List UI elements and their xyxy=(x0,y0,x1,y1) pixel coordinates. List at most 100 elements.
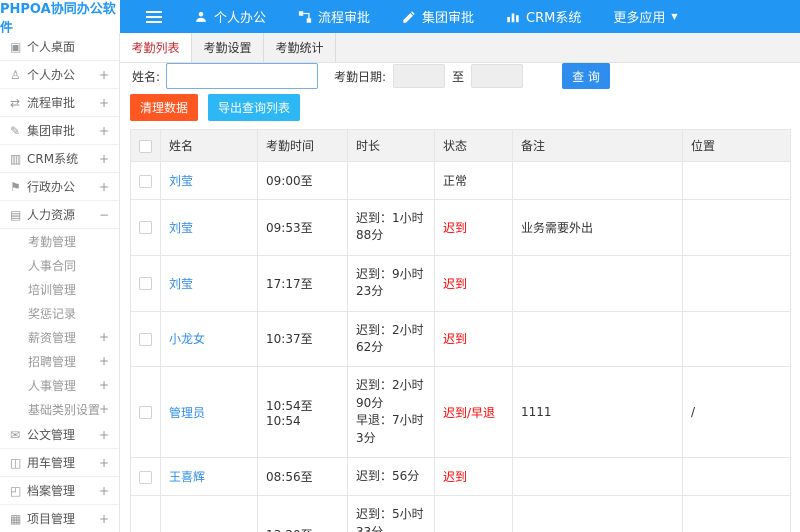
expand-toggle[interactable]: + xyxy=(99,456,109,470)
expand-toggle[interactable]: + xyxy=(99,330,109,344)
date-to-input[interactable] xyxy=(471,64,524,88)
sidebar-item[interactable]: ▥ CRM系统 + xyxy=(0,145,119,173)
cell-time: 10:54至10:54 xyxy=(257,366,348,458)
select-all-checkbox[interactable] xyxy=(139,139,152,153)
cell-location xyxy=(682,199,791,256)
date-filter-label: 考勤日期: xyxy=(334,69,387,84)
cell-name: 刘莹 xyxy=(160,161,258,200)
clean-data-button[interactable]: 清理数据 xyxy=(130,94,199,121)
sidebar-item[interactable]: ▦ 项目管理 + xyxy=(0,505,119,532)
expand-toggle[interactable]: + xyxy=(99,402,109,416)
cell-location xyxy=(682,310,791,368)
expand-toggle[interactable]: + xyxy=(99,180,109,194)
name-filter-input[interactable] xyxy=(166,63,319,89)
row-checkbox[interactable] xyxy=(139,277,152,291)
employee-name-link[interactable]: 王喜辉 xyxy=(169,470,205,484)
sidebar-item[interactable]: ▤ 人力资源 − xyxy=(0,201,119,229)
sidebar-subitem[interactable]: 培训管理 xyxy=(0,277,119,301)
cell-location: / xyxy=(682,366,791,458)
expand-toggle[interactable]: + xyxy=(99,484,109,498)
row-checkbox[interactable] xyxy=(139,221,152,235)
chart-icon: ▥ xyxy=(10,151,22,166)
user-icon xyxy=(194,10,208,24)
nav-crm-system[interactable]: CRM系统 xyxy=(506,7,581,26)
sidebar-subitem[interactable]: 人事管理 + xyxy=(0,373,119,397)
row-checkbox-cell xyxy=(130,161,161,200)
expand-toggle[interactable]: + xyxy=(99,152,109,166)
expand-toggle[interactable]: + xyxy=(99,428,109,442)
nav-personal-office[interactable]: 个人办公 xyxy=(194,7,266,26)
table-row: 刘莹 09:53至 迟到：1小时88分 迟到 业务需要外出 xyxy=(130,199,791,256)
sidebar-subitem[interactable]: 考勤管理 xyxy=(0,229,119,253)
cell-time: 10:37至 xyxy=(257,310,348,368)
cell-name: 王喜辉 xyxy=(160,456,258,497)
sidebar-subitem[interactable]: 基础类别设置 + xyxy=(0,397,119,421)
expand-toggle[interactable]: + xyxy=(99,124,109,138)
sidebar-item[interactable]: ♙ 个人办公 + xyxy=(0,61,119,89)
column-header: 时长 xyxy=(347,129,435,162)
column-header: 位置 xyxy=(682,129,791,162)
cell-duration: 迟到：5小时33分 早退：4小时67分 xyxy=(347,495,435,532)
sidebar-subitem[interactable]: 奖惩记录 xyxy=(0,301,119,325)
expand-toggle[interactable]: + xyxy=(99,378,109,392)
employee-name-link[interactable]: 刘莹 xyxy=(169,277,193,291)
tab[interactable]: 考勤设置 xyxy=(192,33,264,62)
expand-toggle[interactable]: + xyxy=(99,354,109,368)
cell-location xyxy=(682,254,791,312)
sidebar-item-label: 人力资源 xyxy=(27,208,76,222)
row-checkbox[interactable] xyxy=(139,406,152,420)
expand-toggle[interactable]: − xyxy=(99,208,109,222)
sidebar-item[interactable]: ✎ 集团审批 + xyxy=(0,117,119,145)
cell-note xyxy=(512,254,683,312)
approval-icon xyxy=(402,10,416,24)
search-button[interactable]: 查 询 xyxy=(562,63,610,89)
sidebar-item-label: 行政办公 xyxy=(27,180,76,194)
expand-toggle[interactable]: + xyxy=(99,512,109,526)
expand-toggle[interactable]: + xyxy=(99,96,109,110)
sidebar-item[interactable]: ⚑ 行政办公 + xyxy=(0,173,119,201)
sidebar-item[interactable]: ✉ 公文管理 + xyxy=(0,421,119,449)
admin-icon: ⚑ xyxy=(10,179,21,194)
sidebar-item[interactable]: ◫ 用车管理 + xyxy=(0,449,119,477)
sidebar-item[interactable]: ⇄ 流程审批 + xyxy=(0,89,119,117)
nav-workflow-approval[interactable]: 流程审批 xyxy=(298,7,370,26)
sidebar-subitem[interactable]: 薪资管理 + xyxy=(0,325,119,349)
date-from-input[interactable] xyxy=(393,64,446,88)
cell-location xyxy=(682,456,791,497)
tab[interactable]: 考勤统计 xyxy=(264,33,336,62)
cell-duration: 迟到：56分 xyxy=(347,456,435,497)
column-header: 考勤时间 xyxy=(257,129,348,162)
menu-toggle-icon[interactable] xyxy=(146,10,162,23)
sidebar: ▣ 个人桌面 ♙ 个人办公 + ⇄ 流程审批 + ✎ 集团审批 + ▥ CRM系… xyxy=(0,33,120,532)
desktop-icon: ▣ xyxy=(10,39,22,54)
app-logo[interactable]: PHPOA协同办公软件 xyxy=(0,0,120,36)
employee-name-link[interactable]: 小龙女 xyxy=(169,332,205,346)
sidebar-item-label: 集团审批 xyxy=(27,124,76,138)
nav-more-apps[interactable]: 更多应用 ▼ xyxy=(613,7,677,26)
row-checkbox-cell xyxy=(130,199,161,256)
project-icon: ▦ xyxy=(10,511,22,526)
cell-duration: 迟到：9小时23分 xyxy=(347,254,435,312)
flow-icon: ⇄ xyxy=(10,95,21,110)
employee-name-link[interactable]: 管理员 xyxy=(169,406,205,420)
sidebar-item[interactable]: ▣ 个人桌面 xyxy=(0,33,119,61)
sidebar-item[interactable]: ◰ 档案管理 + xyxy=(0,477,119,505)
row-checkbox[interactable] xyxy=(139,332,152,346)
cell-note xyxy=(512,456,683,497)
tab[interactable]: 考勤列表 xyxy=(120,33,192,62)
export-list-button[interactable]: 导出查询列表 xyxy=(208,94,301,121)
row-checkbox-cell xyxy=(130,366,161,458)
cell-note xyxy=(512,310,683,368)
sidebar-subitem[interactable]: 人事合同 xyxy=(0,253,119,277)
row-checkbox[interactable] xyxy=(139,174,152,188)
sidebar-subitem[interactable]: 招聘管理 + xyxy=(0,349,119,373)
tab-bar: 考勤列表 考勤设置 考勤统计 xyxy=(120,33,800,63)
sidebar-item-label: CRM系统 xyxy=(27,152,79,166)
expand-toggle[interactable]: + xyxy=(99,68,109,82)
row-checkbox-cell xyxy=(130,495,161,532)
sidebar-subitem-label: 考勤管理 xyxy=(28,234,77,249)
employee-name-link[interactable]: 刘莹 xyxy=(169,221,193,235)
row-checkbox[interactable] xyxy=(139,470,152,484)
nav-group-approval[interactable]: 集团审批 xyxy=(402,7,474,26)
employee-name-link[interactable]: 刘莹 xyxy=(169,174,193,188)
